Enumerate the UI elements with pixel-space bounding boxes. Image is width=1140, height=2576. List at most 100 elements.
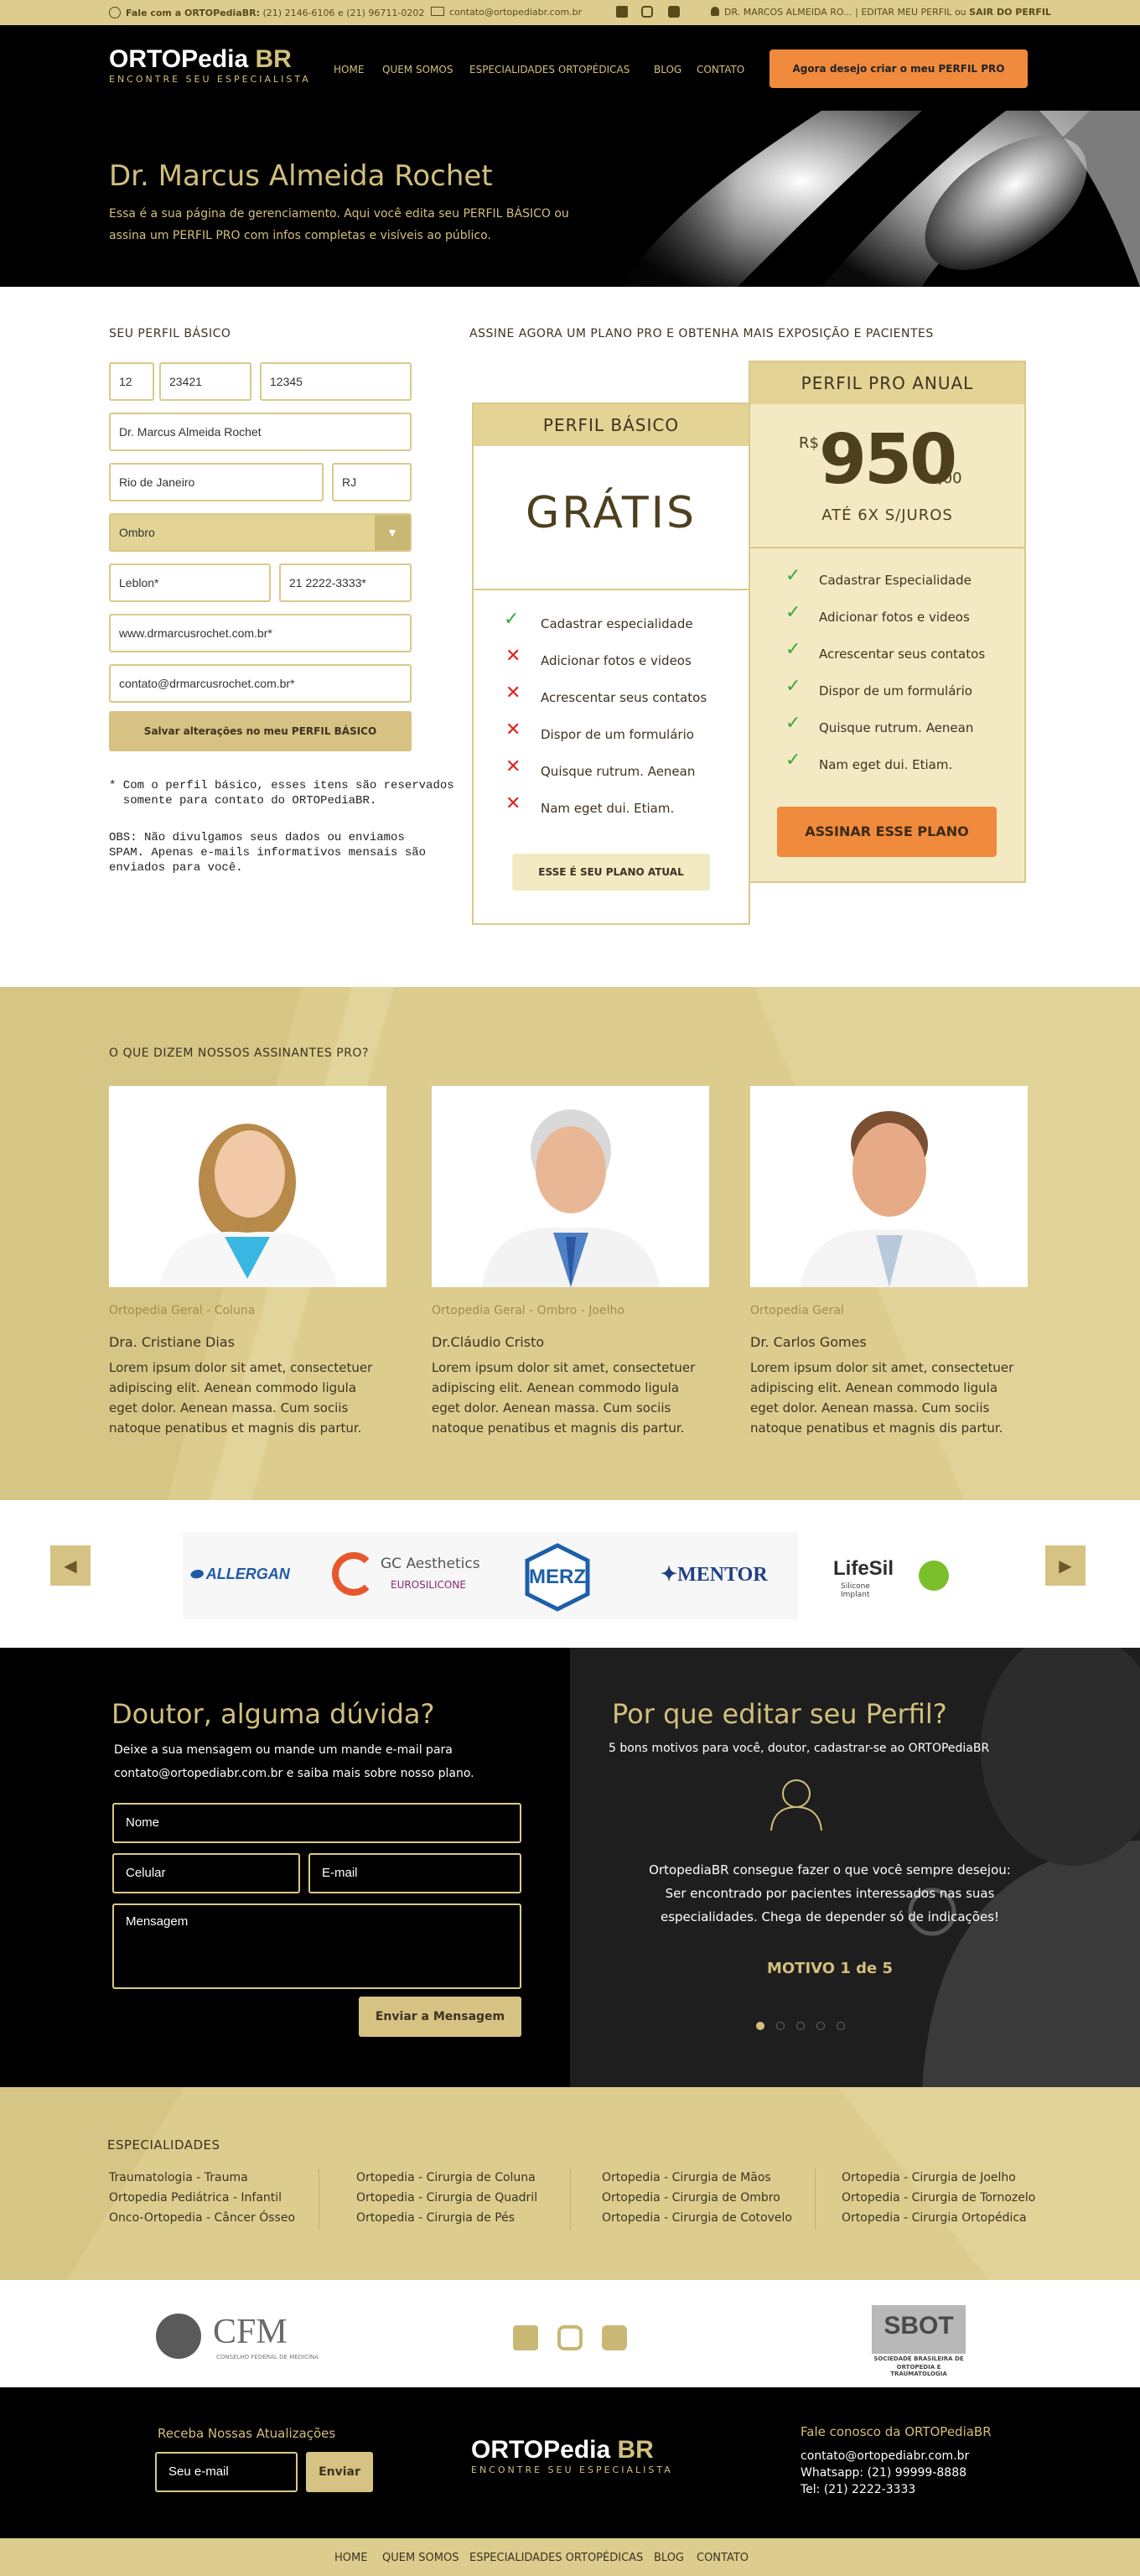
footer-email[interactable]: contato@ortopediabr.com.br bbox=[801, 2449, 969, 2463]
separator-text: ou bbox=[954, 7, 966, 18]
name-input[interactable]: Dr. Marcus Almeida Rochet bbox=[109, 413, 412, 451]
instagram-icon[interactable] bbox=[641, 6, 653, 18]
instagram-icon[interactable] bbox=[557, 2325, 583, 2350]
carousel-dot[interactable] bbox=[816, 2022, 825, 2030]
create-pro-button[interactable]: Agora desejo criar o meu PERFIL PRO bbox=[770, 49, 1028, 88]
basic-feature: Dispor de um formulário bbox=[541, 727, 694, 742]
footer-nav-home[interactable]: HOME bbox=[334, 2552, 367, 2564]
neighborhood-input[interactable]: Leblon* bbox=[109, 564, 271, 602]
carousel-next-button[interactable]: ▶ bbox=[1045, 1545, 1086, 1586]
divider bbox=[570, 2169, 571, 2230]
phone-numbers: (21) 2146-6106 e (21) 96711-0202 bbox=[262, 8, 425, 18]
carousel-dot[interactable] bbox=[796, 2022, 805, 2030]
field-c-input[interactable]: 12345 bbox=[260, 362, 412, 401]
specialty-link[interactable]: Ortopedia - Cirurgia de Coluna bbox=[356, 2171, 536, 2184]
specialty-link[interactable]: Ortopedia - Cirurgia de Mãos bbox=[602, 2171, 771, 2184]
state-input[interactable]: RJ bbox=[332, 463, 412, 501]
cta-prefix: Agora desejo criar o meu bbox=[792, 63, 935, 75]
current-plan-button[interactable]: ESSE É SEU PLANO ATUAL bbox=[512, 854, 710, 891]
edit-profile-link[interactable]: EDITAR MEU PERFIL bbox=[861, 7, 951, 18]
footer-nav-specialties[interactable]: ESPECIALIDADES ORTOPÉDICAS bbox=[469, 2552, 643, 2564]
footer-whatsapp: Whatsapp: (21) 99999-8888 bbox=[801, 2466, 967, 2480]
email-input[interactable]: contato@drmarcusrochet.com.br* bbox=[109, 664, 412, 703]
specialty-select[interactable]: Ombro ▼ bbox=[109, 513, 412, 552]
testimonial-category: Ortopedia Geral - Ombro - Joelho bbox=[432, 1304, 624, 1317]
field-b-input[interactable]: 23421 bbox=[159, 362, 251, 401]
reason-counter: MOTIVO 1 de 5 bbox=[766, 1960, 894, 1977]
basic-plan-price: GRÁTIS bbox=[526, 488, 697, 538]
city-input[interactable]: Rio de Janeiro bbox=[109, 463, 324, 501]
doctor-photo bbox=[432, 1086, 709, 1287]
testimonials-section: O QUE DIZEM NOSSOS ASSINANTES PRO? Ortop… bbox=[0, 987, 1140, 1500]
facebook-icon[interactable] bbox=[616, 6, 628, 18]
footer-nav-about[interactable]: QUEM SOMOS bbox=[382, 2552, 459, 2564]
specialty-link[interactable]: Ortopedia - Cirurgia de Cotovelo bbox=[602, 2211, 792, 2225]
specialty-link[interactable]: Ortopedia - Cirurgia de Ombro bbox=[602, 2191, 780, 2205]
specialty-link[interactable]: Ortopedia Pediátrica - Infantil bbox=[109, 2191, 282, 2205]
specialty-link[interactable]: Ortopedia - Cirurgia de Tornozelo bbox=[842, 2191, 1035, 2205]
why-text: especialidades. Chega de depender só de … bbox=[660, 1909, 999, 1924]
subscribe-button[interactable]: ASSINAR ESSE PLANO bbox=[777, 807, 997, 857]
mentor-logo: ✦MENTOR bbox=[661, 1564, 768, 1586]
specialty-link[interactable]: Ortopedia - Cirurgia Ortopédica bbox=[842, 2211, 1027, 2225]
field-a-input[interactable]: 12 bbox=[109, 362, 154, 401]
phone-icon bbox=[109, 7, 121, 18]
newsletter-send-button[interactable]: Enviar bbox=[306, 2452, 373, 2492]
footer-nav-contact[interactable]: CONTATO bbox=[697, 2552, 749, 2564]
basic-feature: Nam eget dui. Etiam. bbox=[541, 801, 675, 816]
contact-message-textarea[interactable]: Mensagem bbox=[112, 1903, 521, 1989]
contact-section: Doutor, alguma dúvida? Deixe a sua mensa… bbox=[0, 1648, 1140, 2087]
contact-email-input[interactable]: E-mail bbox=[308, 1853, 521, 1893]
newsletter-email-input[interactable]: Seu e-mail bbox=[155, 2452, 298, 2492]
nav-blog[interactable]: BLOG bbox=[654, 64, 681, 75]
carousel-prev-button[interactable]: ◀ bbox=[50, 1545, 91, 1586]
footer-logo[interactable]: ORTOPedia BR ENCONTRE SEU ESPECIALISTA bbox=[471, 2436, 673, 2475]
nav-about[interactable]: QUEM SOMOS bbox=[382, 64, 453, 75]
profile-form-title: SEU PERFIL BÁSICO bbox=[109, 327, 231, 340]
testimonial-category: Ortopedia Geral bbox=[750, 1304, 844, 1317]
send-message-button[interactable]: Enviar a Mensagem bbox=[359, 1997, 521, 2037]
specialty-link[interactable]: Ortopedia - Cirurgia de Joelho bbox=[842, 2171, 1016, 2184]
nav-specialties[interactable]: ESPECIALIDADES ORTOPÉDICAS bbox=[469, 64, 630, 75]
specialty-link[interactable]: Ortopedia - Cirurgia de Pés bbox=[356, 2211, 515, 2225]
youtube-icon[interactable] bbox=[668, 6, 680, 18]
logo-br: BR bbox=[617, 2436, 654, 2464]
carousel-dot[interactable] bbox=[776, 2022, 785, 2030]
basic-feature: Cadastrar especialidade bbox=[541, 616, 693, 631]
carousel-dot-active[interactable] bbox=[756, 2022, 764, 2030]
contact-name-input[interactable]: Nome bbox=[112, 1803, 521, 1843]
basic-plan-title: PERFIL BÁSICO bbox=[474, 404, 749, 446]
testimonial-text: Lorem ipsum dolor sit amet, consectetuer… bbox=[432, 1360, 696, 1436]
nav-contact[interactable]: CONTATO bbox=[697, 64, 744, 75]
specialties-title: ESPECIALIDADES bbox=[107, 2137, 220, 2153]
footer-nav-blog[interactable]: BLOG bbox=[654, 2552, 684, 2564]
sbot-logo: SBOT bbox=[872, 2305, 966, 2354]
allergan-logo: ⬬ ALLERGAN bbox=[189, 1566, 290, 1582]
doctor-photo bbox=[750, 1086, 1028, 1287]
logos-strip: ⬬ ALLERGAN GC Aesthetics EUROSILICONE ME… bbox=[183, 1532, 949, 1619]
logout-link[interactable]: SAIR DO PERFIL bbox=[969, 7, 1051, 18]
youtube-icon[interactable] bbox=[602, 2325, 627, 2350]
chevron-down-icon: ▼ bbox=[375, 515, 410, 550]
why-subtitle: 5 bons motivos para você, doutor, cadast… bbox=[609, 1742, 990, 1755]
specialty-link[interactable]: Traumatologia - Trauma bbox=[109, 2171, 248, 2184]
facebook-icon[interactable] bbox=[513, 2325, 538, 2350]
cross-icon: ✕ bbox=[505, 719, 521, 740]
specialty-link[interactable]: Ortopedia - Cirurgia de Quadril bbox=[356, 2191, 537, 2205]
website-input[interactable]: www.drmarcusrochet.com.br* bbox=[109, 614, 412, 652]
specialties-section: ESPECIALIDADES Traumatologia - Trauma Or… bbox=[0, 2087, 1140, 2280]
carousel-dot[interactable] bbox=[837, 2022, 845, 2030]
specialty-link[interactable]: Onco-Ortopedia - Câncer Ósseo bbox=[109, 2211, 295, 2225]
testimonial-text: Lorem ipsum dolor sit amet, consectetuer… bbox=[109, 1360, 373, 1436]
footer-nav: HOME QUEM SOMOS ESPECIALIDADES ORTOPÉDIC… bbox=[0, 2538, 1140, 2576]
pro-feature: Adicionar fotos e videos bbox=[819, 610, 970, 625]
envelope-icon bbox=[431, 7, 444, 16]
phone-input[interactable]: 21 2222-3333* bbox=[279, 564, 412, 602]
nav-home[interactable]: HOME bbox=[334, 64, 364, 75]
pro-plan-title: PERFIL PRO ANUAL bbox=[750, 362, 1024, 404]
contact-phone-input[interactable]: Celular bbox=[112, 1853, 300, 1893]
save-profile-button[interactable]: Salvar alterações no meu PERFIL BÁSICO bbox=[109, 711, 412, 751]
email-link[interactable]: contato@ortopediabr.com.br bbox=[449, 7, 582, 18]
pro-feature: Cadastrar Especialidade bbox=[819, 573, 972, 588]
logo[interactable]: ORTOPedia BR ENCONTRE SEU ESPECIALISTA bbox=[109, 45, 311, 85]
